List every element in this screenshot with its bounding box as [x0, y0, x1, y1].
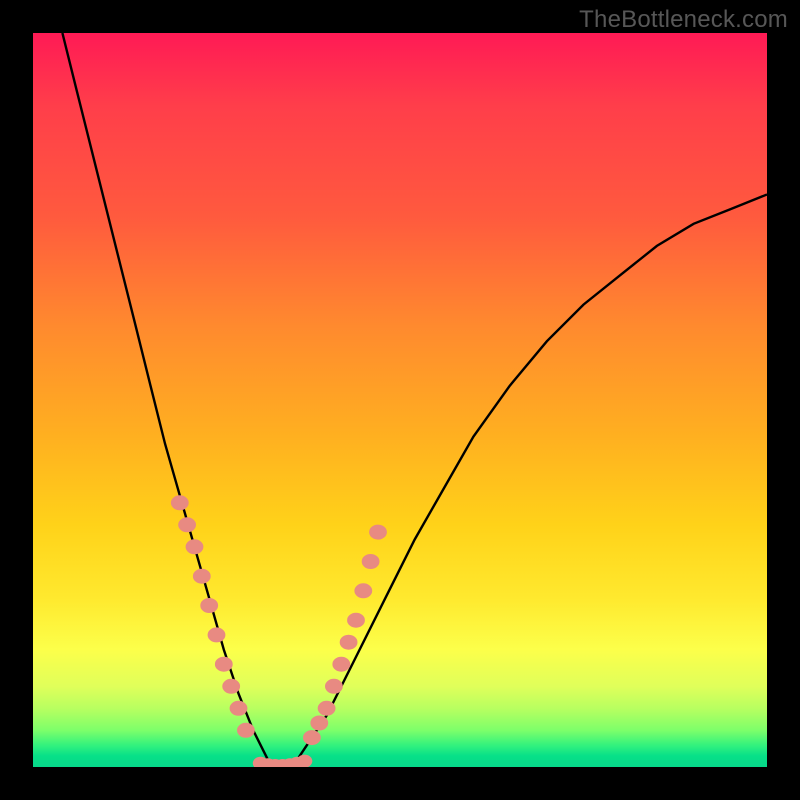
- data-marker: [290, 757, 304, 767]
- data-marker: [355, 584, 372, 598]
- marker-cluster-left: [171, 496, 254, 738]
- data-marker: [333, 657, 350, 671]
- data-marker: [268, 760, 282, 768]
- data-marker: [304, 731, 321, 745]
- data-marker: [215, 657, 232, 671]
- data-marker: [340, 635, 357, 649]
- data-marker: [326, 679, 343, 693]
- watermark-text: TheBottleneck.com: [579, 6, 788, 34]
- data-marker: [201, 599, 218, 613]
- marker-cluster-right: [304, 525, 387, 745]
- data-marker: [171, 496, 188, 510]
- data-marker: [253, 757, 267, 767]
- data-marker: [362, 555, 379, 569]
- data-marker: [275, 760, 289, 768]
- data-marker: [283, 759, 297, 767]
- data-marker: [179, 518, 196, 532]
- data-marker: [311, 716, 328, 730]
- chart-frame: TheBottleneck.com: [0, 0, 800, 800]
- plot-area: [33, 33, 767, 767]
- data-marker: [370, 525, 387, 539]
- data-marker: [186, 540, 203, 554]
- bottleneck-curve-line: [62, 33, 767, 767]
- data-marker: [261, 759, 275, 767]
- data-marker: [223, 679, 240, 693]
- data-marker: [348, 613, 365, 627]
- data-marker: [297, 755, 311, 767]
- curve-svg: [33, 33, 767, 767]
- data-marker: [230, 701, 247, 715]
- data-marker: [208, 628, 225, 642]
- data-marker: [238, 723, 255, 737]
- data-marker: [193, 569, 210, 583]
- data-marker: [318, 701, 335, 715]
- marker-cluster-valley: [253, 755, 311, 767]
